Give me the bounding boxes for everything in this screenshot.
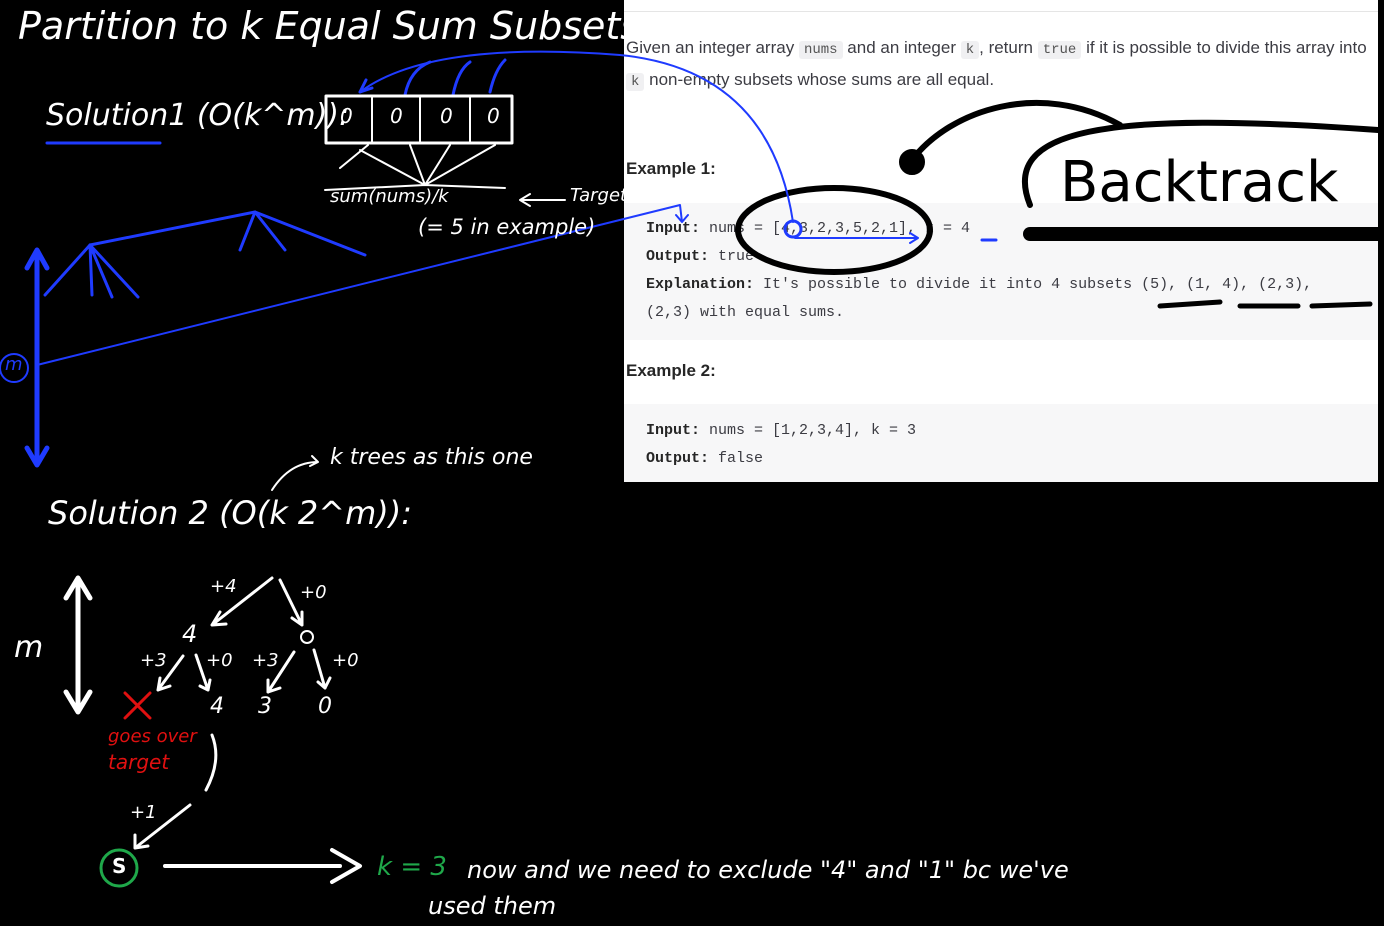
- tree-node: 0: [318, 694, 332, 719]
- annotation-strokes: [0, 50, 1384, 888]
- k-trees-note: k trees as this one: [330, 445, 533, 470]
- bucket-2: 0: [440, 104, 453, 128]
- tree-node: 4: [210, 694, 224, 719]
- input-circle: [735, 185, 933, 275]
- goes-over-note: goes over: [108, 726, 197, 747]
- tree-node: 3: [258, 694, 272, 719]
- target-formula: sum(nums)/k: [330, 186, 449, 207]
- m-label: m: [14, 630, 44, 665]
- edge-label: +0: [206, 650, 233, 671]
- bucket-3: 0: [487, 104, 500, 128]
- edge-label: +0: [332, 650, 359, 671]
- notes-title: Partition to k Equal Sum Subsets :: [18, 4, 665, 48]
- m-label-blue: m: [5, 354, 23, 375]
- target-note: target: [108, 750, 170, 774]
- explain-line2: used them: [428, 892, 557, 920]
- edge-label: +0: [300, 582, 327, 603]
- red-x-icon: [123, 691, 152, 720]
- edge-label: +4: [210, 576, 237, 597]
- backtrack-note: Backtrack: [1060, 150, 1339, 215]
- solution2-label: Solution 2 (O(k 2^m)):: [48, 494, 413, 532]
- start-node: S: [112, 854, 127, 878]
- k-now: k = 3: [377, 852, 447, 882]
- bucket-1: 0: [390, 104, 403, 128]
- bucket-0: 0: [340, 104, 353, 128]
- explain-line1: now and we need to exclude "4" and "1" b…: [467, 856, 1069, 884]
- target-example: (= 5 in example): [418, 215, 596, 239]
- solution1-label: Solution1 (O(k^m)):: [46, 98, 350, 133]
- target-label: Target: [570, 185, 628, 206]
- edge-label: +3: [140, 650, 167, 671]
- edge-label: +3: [252, 650, 279, 671]
- tree-node: 4: [182, 620, 198, 648]
- edge-label: +1: [130, 802, 157, 823]
